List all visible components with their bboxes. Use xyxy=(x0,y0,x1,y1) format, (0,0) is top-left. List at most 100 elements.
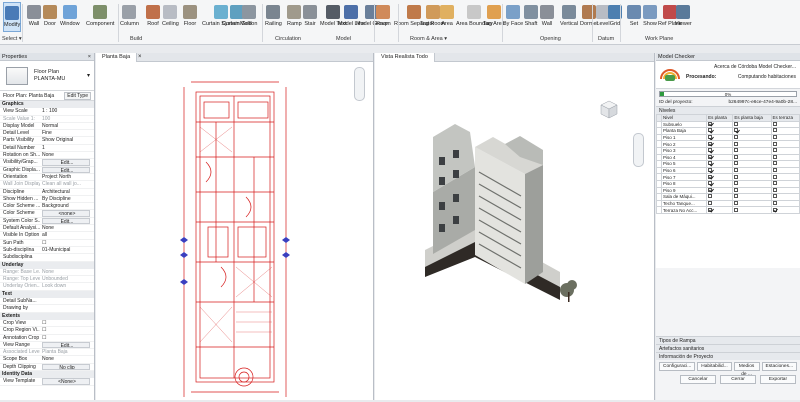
table-row[interactable]: Piso 3 xyxy=(656,146,800,155)
checkbox[interactable] xyxy=(734,141,739,146)
panel-datum[interactable]: Datum xyxy=(598,36,614,42)
property-value[interactable]: Unbounded xyxy=(40,276,94,282)
property-row[interactable]: Underlay Orien... Look down xyxy=(0,283,94,291)
checkbox[interactable] xyxy=(708,187,713,192)
checkbox[interactable] xyxy=(734,181,739,186)
property-row[interactable]: Visibility/Grap... Edit... xyxy=(0,159,94,167)
property-row[interactable]: Discipline Architectural xyxy=(0,189,94,196)
checkbox[interactable] xyxy=(708,135,713,140)
cancel-button[interactable]: Cancelar xyxy=(680,375,716,384)
panel-build[interactable]: Build xyxy=(130,36,142,42)
property-value[interactable]: Show Original xyxy=(40,137,94,143)
checkbox[interactable] xyxy=(772,141,777,146)
table-row[interactable]: Piso 4 xyxy=(656,153,800,162)
property-row[interactable]: Crop Region Vi... ☐ xyxy=(0,327,94,335)
checkbox[interactable] xyxy=(708,174,713,179)
property-row[interactable]: Parts Visibility Show Original xyxy=(0,137,94,145)
property-row[interactable]: View Range Edit... xyxy=(0,341,94,350)
checkbox[interactable] xyxy=(708,194,713,199)
checkbox[interactable] xyxy=(734,128,739,133)
table-row[interactable]: Piso 9 xyxy=(656,186,800,195)
table-row[interactable]: Piso 8 xyxy=(656,179,800,188)
checkbox[interactable] xyxy=(734,135,739,140)
property-row[interactable]: Sun Path ☐ xyxy=(0,240,94,247)
property-value[interactable]: Planta Baja xyxy=(40,349,94,355)
checkbox[interactable] xyxy=(734,148,739,153)
panel-room-area-[interactable]: Room & Area ▾ xyxy=(410,36,447,42)
checkbox[interactable] xyxy=(734,174,739,179)
table-row[interactable]: Piso 5 xyxy=(656,160,800,168)
section-artefactos-sanitarios[interactable]: Artefactos sanitarios xyxy=(656,344,800,352)
checkbox[interactable] xyxy=(772,168,777,173)
instance-selector[interactable]: Floor Plan: Planta Baja xyxy=(3,93,54,99)
checkbox[interactable] xyxy=(734,187,739,192)
property-row[interactable]: Detail Level Fine xyxy=(0,130,94,138)
property-row[interactable]: Show Hidden ... By Discipline xyxy=(0,196,94,204)
tool-viewer-button[interactable]: Viewer xyxy=(675,2,692,32)
checkbox[interactable] xyxy=(734,122,739,126)
viewcube-icon[interactable] xyxy=(597,98,621,120)
property-row[interactable]: Visible In Option all xyxy=(0,232,94,240)
property-value[interactable]: 1 : 100 xyxy=(40,108,94,114)
tool-stair-button[interactable]: Stair xyxy=(303,2,317,32)
tool-shaft-button[interactable]: Shaft xyxy=(524,2,538,32)
panel-model[interactable]: Model xyxy=(336,36,351,42)
property-row[interactable]: Range: Base Le... None xyxy=(0,269,94,277)
property-row[interactable]: Graphic Displa... Edit... xyxy=(0,166,94,174)
checkbox[interactable] xyxy=(772,122,777,126)
property-value[interactable]: Clean all wall jo... xyxy=(40,181,94,187)
property-edit-button[interactable]: <none> xyxy=(42,210,90,217)
checkbox[interactable] xyxy=(708,201,713,206)
table-row[interactable]: Piso 1 xyxy=(656,133,800,142)
property-value[interactable]: ☐ xyxy=(40,320,94,326)
checkbox[interactable] xyxy=(772,187,777,192)
prop-group-identity-data[interactable]: Identity Data xyxy=(0,370,94,379)
property-edit-button[interactable]: No clip xyxy=(42,363,90,370)
panel-opening[interactable]: Opening xyxy=(540,36,561,42)
prop-group-text[interactable]: Text xyxy=(0,290,94,299)
checkbox[interactable] xyxy=(708,161,713,166)
property-value[interactable]: Look down xyxy=(40,283,94,289)
section-tipos-de-rampa[interactable]: Tipos de Rampa xyxy=(656,336,800,344)
property-row[interactable]: Detail SubNa... xyxy=(0,298,94,306)
property-row[interactable]: Crop View ☐ xyxy=(0,320,94,328)
checkbox[interactable] xyxy=(772,194,777,199)
checkbox[interactable] xyxy=(734,161,739,166)
property-value[interactable]: ☐ xyxy=(40,335,94,341)
checkbox[interactable] xyxy=(708,181,713,186)
tool-wall-button[interactable]: Wall xyxy=(540,2,554,32)
property-value[interactable] xyxy=(40,305,94,311)
tool-show-button[interactable]: Show xyxy=(643,2,657,32)
property-row[interactable]: Sub-disciplina 01-Municipal xyxy=(0,247,94,255)
tool-railing-button[interactable]: Railing xyxy=(265,2,282,32)
tool-ramp-button[interactable]: Ramp xyxy=(287,2,302,32)
property-value[interactable]: Project North xyxy=(40,174,94,180)
property-row[interactable]: Default Analysi... None xyxy=(0,225,94,233)
property-row[interactable]: Range: Top Level Unbounded xyxy=(0,276,94,284)
checkbox[interactable] xyxy=(772,201,777,206)
tool-ceiling-button[interactable]: Ceiling xyxy=(162,2,179,32)
table-row[interactable]: Terraza No Acc... xyxy=(656,206,800,214)
panel-circulation[interactable]: Circulation xyxy=(275,36,301,42)
checkbox[interactable] xyxy=(708,148,713,153)
property-edit-button[interactable]: Edit... xyxy=(42,166,90,173)
property-row[interactable]: Scope Box None xyxy=(0,356,94,364)
table-row[interactable]: Piso 2 xyxy=(656,140,800,148)
checkbox[interactable] xyxy=(772,155,777,159)
property-row[interactable]: Display Model Normal xyxy=(0,123,94,131)
property-row[interactable]: Wall Join Display Clean all wall jo... xyxy=(0,181,94,189)
export-button[interactable]: Exportar xyxy=(760,375,796,384)
checkbox[interactable] xyxy=(708,128,713,133)
property-row[interactable]: Associated Level Planta Baja xyxy=(0,349,94,357)
tool-modify-button[interactable]: Modify xyxy=(3,2,22,32)
checkbox[interactable] xyxy=(708,141,713,146)
checkbox[interactable] xyxy=(772,135,777,140)
checkbox[interactable] xyxy=(734,168,739,173)
property-value[interactable]: None xyxy=(40,152,94,158)
property-row[interactable]: Subdisciplina xyxy=(0,254,94,262)
property-row[interactable]: Drawing by xyxy=(0,305,94,313)
tab-estaciones-[interactable]: Estaciones... xyxy=(761,362,797,371)
navigation-bar[interactable] xyxy=(633,133,644,167)
property-row[interactable]: Scale Value 1: 100 xyxy=(0,116,94,123)
section-informaci-n-de-proyecto[interactable]: Información de Proyecto xyxy=(656,352,800,360)
